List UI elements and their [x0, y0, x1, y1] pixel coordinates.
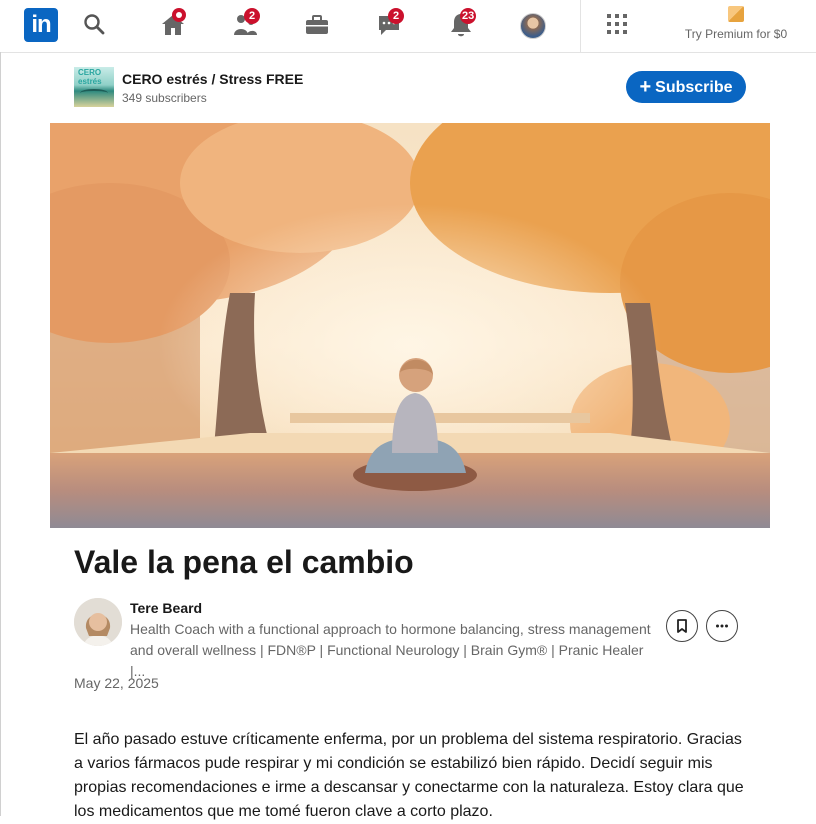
subscribe-label: Subscribe	[655, 79, 733, 96]
bookmark-icon	[677, 619, 687, 633]
more-options-button[interactable]	[706, 610, 738, 642]
notifications-badge: 23	[460, 8, 477, 24]
my-network-nav-item[interactable]: 2	[230, 8, 260, 40]
newsletter-subscriber-count: 349 subscribers	[122, 91, 207, 105]
messaging-badge: 2	[388, 8, 404, 24]
author-name[interactable]: Tere Beard	[130, 600, 202, 616]
search-icon[interactable]	[80, 10, 110, 40]
article-title: Vale la pena el cambio	[74, 544, 414, 580]
plus-icon: +	[639, 76, 652, 98]
window-edge	[0, 52, 1, 816]
newsletter-logo-text: CERO estrés	[78, 68, 102, 86]
linkedin-logo[interactable]: in	[24, 8, 58, 42]
messaging-nav-item[interactable]: 2	[374, 8, 404, 40]
network-badge: 2	[244, 8, 260, 24]
newsletter-logo[interactable]: CERO estrés	[74, 67, 114, 107]
subscribe-button[interactable]: + Subscribe	[626, 71, 746, 103]
premium-icon	[728, 6, 744, 22]
author-avatar[interactable]	[74, 598, 122, 646]
article-body: El año pasado estuve críticamente enferm…	[74, 731, 744, 820]
newsletter-name[interactable]: CERO estrés / Stress FREE	[122, 71, 303, 87]
try-premium-link[interactable]: Try Premium for $0	[672, 4, 800, 48]
profile-avatar[interactable]	[520, 13, 546, 39]
author-headline: Health Coach with a functional approach …	[130, 621, 651, 679]
premium-label: Try Premium for $0	[684, 27, 788, 41]
grid-icon[interactable]	[607, 14, 627, 34]
jobs-nav-item[interactable]	[302, 10, 332, 40]
briefcase-icon	[306, 15, 328, 34]
home-notification-dot	[172, 8, 186, 22]
ellipsis-icon	[716, 624, 728, 628]
top-navigation-bar: in 2 2 23 Try Premium for $0	[0, 0, 816, 53]
home-nav-item[interactable]	[158, 8, 188, 40]
newsletter-logo-wave	[80, 89, 108, 97]
nav-divider	[580, 0, 581, 52]
notifications-nav-item[interactable]: 23	[446, 8, 477, 40]
save-article-button[interactable]	[666, 610, 698, 642]
article-date: May 22, 2025	[74, 675, 159, 691]
article-cover-image	[50, 123, 770, 528]
